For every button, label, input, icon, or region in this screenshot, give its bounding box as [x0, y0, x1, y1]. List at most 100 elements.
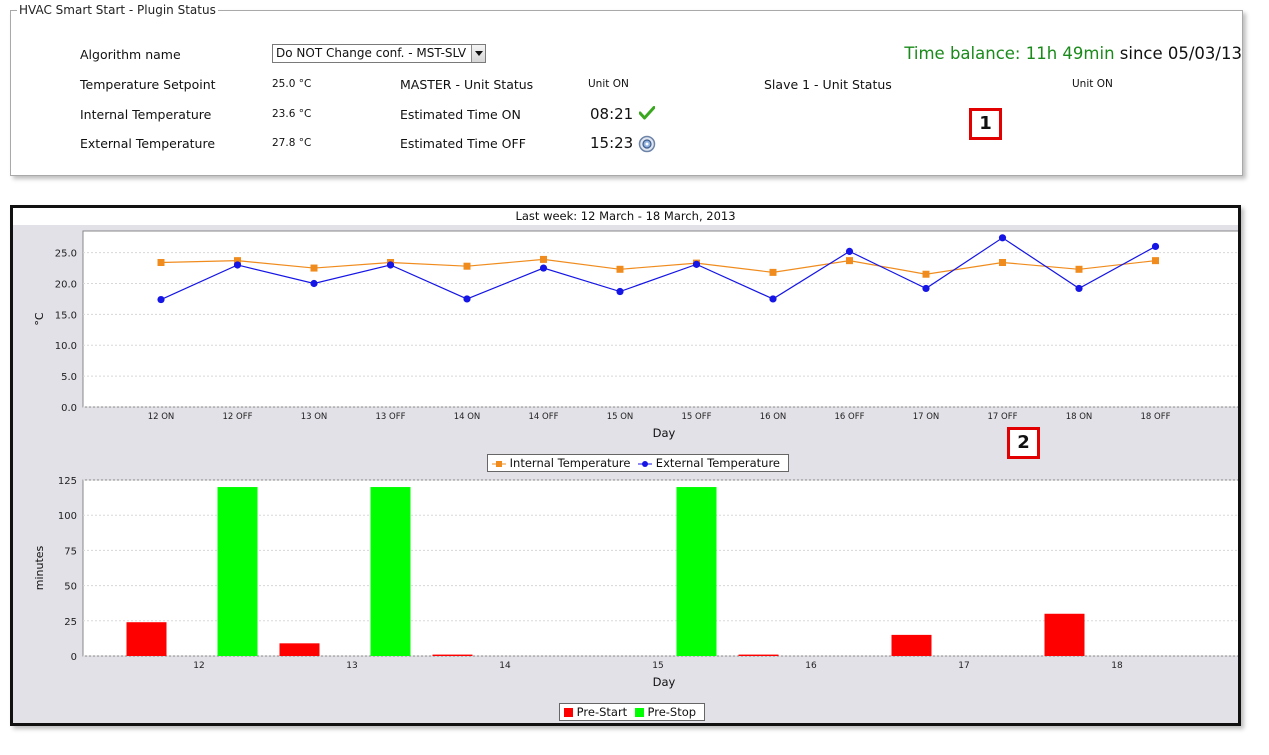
x-tick-label: 17 [958, 661, 969, 671]
setpoint-value: 25.0 °C [272, 78, 312, 90]
y-axis-label: minutes [33, 545, 46, 590]
legend-swatch-external [638, 460, 653, 467]
external-temp-label: External Temperature [80, 136, 216, 151]
data-point-internal [1152, 257, 1159, 265]
bar-pre-start [738, 654, 779, 656]
legend-swatch-prestop [634, 708, 644, 717]
internal-temp-value: 23.6 °C [272, 108, 312, 120]
x-tick-label: 17 OFF [988, 412, 1018, 422]
data-point-internal [310, 264, 318, 272]
minutes-legend: Pre-Start Pre-Stop [559, 703, 706, 721]
external-temp-value: 27.8 °C [272, 137, 312, 149]
data-point-external [310, 279, 318, 288]
x-tick-label: 13 [346, 661, 357, 671]
data-point-internal [999, 258, 1006, 266]
data-point-external [386, 261, 395, 269]
x-tick-label: 15 ON [607, 412, 634, 422]
x-tick-label: 12 [193, 661, 204, 671]
data-point-external [233, 261, 242, 269]
time-balance-value: Time balance: 11h 49min [904, 44, 1115, 63]
pending-icon [638, 135, 656, 153]
callout-badge-2: 2 [1007, 427, 1040, 459]
panel-title: HVAC Smart Start - Plugin Status [17, 3, 218, 17]
legend-swatch-internal [492, 460, 506, 467]
bar-pre-start [1044, 613, 1085, 656]
bar-pre-stop [676, 487, 717, 656]
legend-label-prestop: Pre-Stop [647, 705, 697, 719]
algorithm-label: Algorithm name [80, 47, 181, 62]
y-tick-label: 10.0 [55, 341, 77, 352]
bar-pre-stop [370, 487, 411, 656]
x-tick-label: 16 OFF [835, 412, 865, 422]
y-tick-label: 100 [58, 511, 77, 522]
est-time-on-label: Estimated Time ON [400, 107, 521, 122]
data-point-internal [540, 255, 547, 263]
x-tick-label: 12 OFF [223, 412, 253, 422]
x-tick-label: 12 ON [148, 412, 175, 422]
est-time-off-label: Estimated Time OFF [400, 136, 526, 151]
x-axis-label: Day [653, 426, 676, 440]
data-point-internal [769, 268, 777, 276]
chart-title: Last week: 12 March - 18 March, 2013 [13, 208, 1238, 225]
data-point-internal [463, 262, 471, 270]
y-axis-label: °C [33, 312, 46, 326]
data-point-external [616, 287, 624, 296]
x-axis-label: Day [653, 675, 676, 689]
master-status-label: MASTER - Unit Status [400, 77, 534, 92]
plot-area [82, 230, 1238, 408]
y-tick-label: 75 [64, 546, 77, 557]
data-point-external [157, 295, 165, 304]
legend-label-internal: Internal Temperature [509, 456, 631, 470]
slave-status-value: Unit ON [1072, 78, 1113, 90]
data-point-external [998, 234, 1007, 242]
legend-item-internal: Internal Temperature [492, 455, 630, 471]
x-tick-label: 17 ON [913, 412, 940, 422]
internal-temp-label: Internal Temperature [80, 107, 212, 122]
y-tick-label: 0.0 [61, 403, 77, 414]
y-tick-label: 15.0 [55, 310, 77, 321]
bar-pre-start [891, 634, 932, 656]
time-balance: Time balance: 11h 49min since 05/03/13 [904, 44, 1242, 63]
data-point-internal [1075, 265, 1083, 273]
algorithm-select[interactable]: Do NOT Change conf. - MST-SLV [272, 44, 486, 63]
y-tick-label: 5.0 [61, 372, 77, 383]
y-tick-label: 0 [71, 652, 77, 663]
x-tick-label: 13 OFF [376, 412, 406, 422]
legend-swatch-prestart [564, 708, 573, 717]
bar-pre-start [432, 654, 473, 656]
data-point-external [769, 295, 777, 303]
temperature-legend: Internal Temperature External Temperatur… [487, 454, 790, 472]
time-balance-since: since 05/03/13 [1114, 44, 1242, 63]
x-tick-label: 15 [652, 661, 663, 671]
x-tick-label: 14 ON [454, 412, 481, 422]
plugin-status-panel: HVAC Smart Start - Plugin Status Algorit… [10, 3, 1243, 176]
data-point-external [1075, 284, 1083, 293]
bar-pre-start [279, 643, 320, 656]
master-status-value: Unit ON [588, 78, 629, 90]
data-point-internal [616, 265, 624, 273]
legend-label-prestart: Pre-Start [576, 705, 628, 719]
x-tick-label: 15 OFF [682, 412, 712, 422]
algorithm-select-value: Do NOT Change conf. - MST-SLV [276, 46, 467, 60]
x-tick-label: 18 ON [1066, 412, 1093, 422]
y-tick-label: 25 [64, 617, 77, 628]
y-tick-label: 125 [58, 476, 77, 487]
data-point-external [463, 295, 471, 303]
x-tick-label: 18 [1111, 661, 1123, 671]
x-tick-label: 18 OFF [1141, 412, 1171, 422]
x-tick-label: 16 [805, 661, 817, 671]
chevron-down-icon[interactable] [471, 45, 485, 62]
data-point-internal [846, 257, 853, 265]
callout-badge-1: 1 [969, 108, 1002, 140]
data-point-internal [157, 258, 165, 266]
x-tick-label: 13 ON [301, 412, 328, 422]
est-time-off-value: 15:23 [590, 134, 634, 152]
x-tick-label: 16 ON [760, 412, 787, 422]
temperature-line-chart: 0.0 5.0 10.0 15.0 20.0 25.0 12 ON 12 OFF 13 ON 13… [33, 230, 1238, 440]
y-tick-label: 20.0 [55, 279, 77, 290]
y-tick-label: 25.0 [55, 249, 77, 260]
data-point-external [1151, 242, 1160, 251]
check-icon [639, 106, 655, 120]
data-point-external [539, 264, 548, 272]
setpoint-label: Temperature Setpoint [80, 77, 216, 92]
